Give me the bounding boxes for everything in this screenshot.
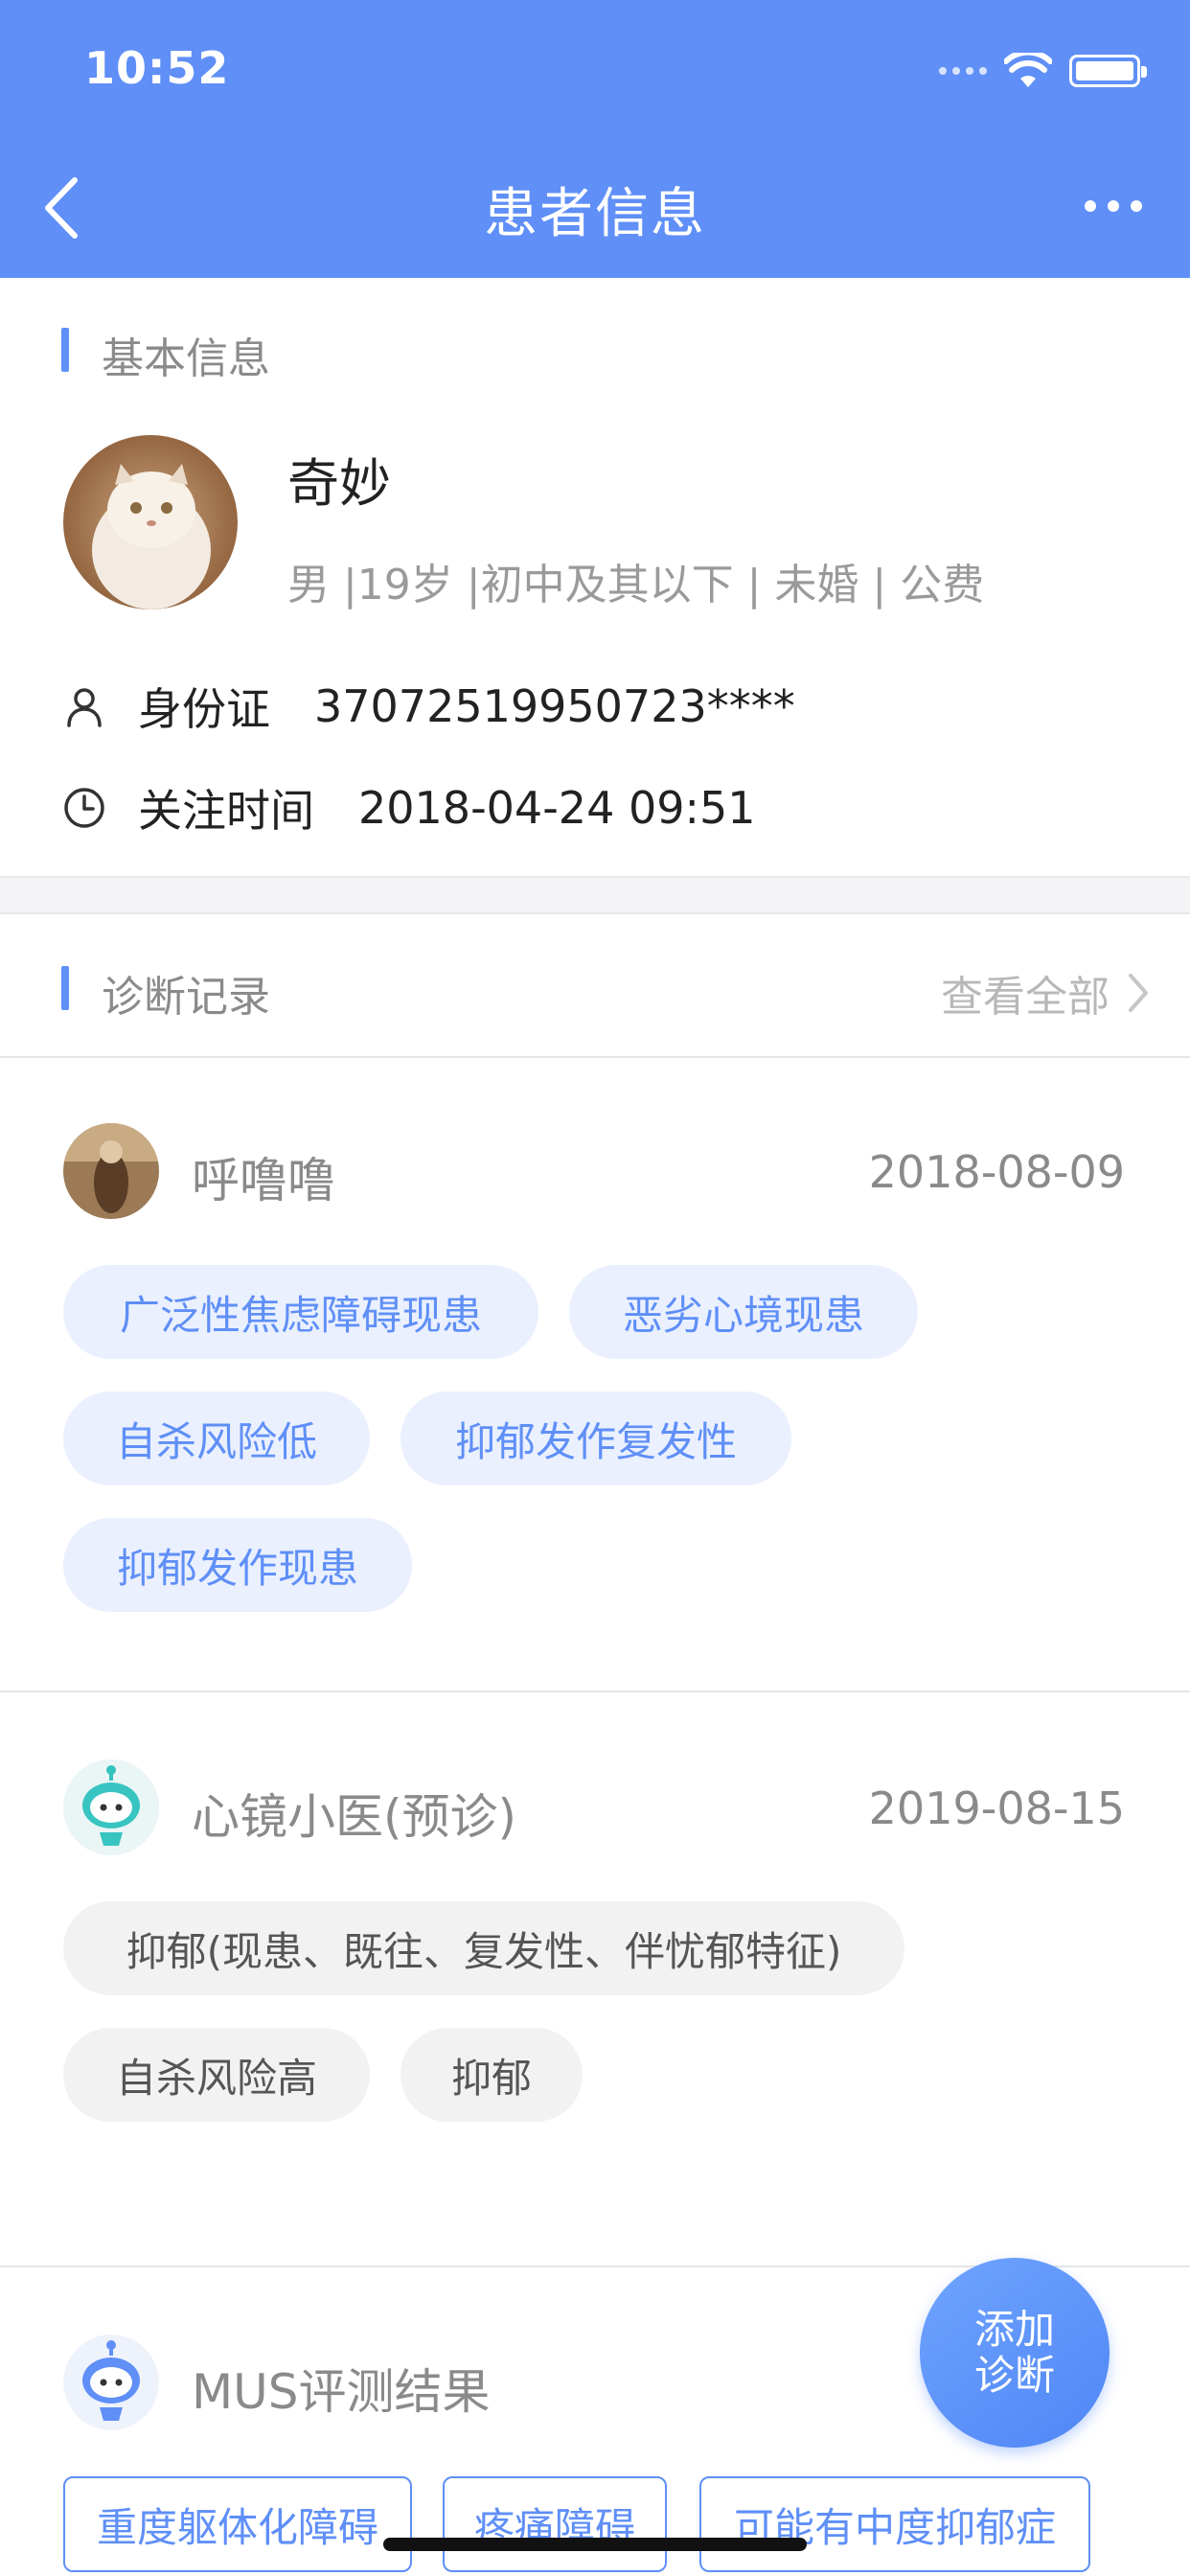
patient-meta: 男 |19岁 |初中及其以下 | 未婚 | 公费 [287, 561, 985, 610]
record-doctor-name: MUS评测结果 [192, 2364, 491, 2420]
diagnosis-tag[interactable]: 抑郁发作复发性 [400, 1392, 791, 1485]
diagnosis-tag[interactable]: 重度躯体化障碍 [63, 2476, 412, 2572]
follow-label: 关注时间 [138, 785, 314, 837]
view-all-link[interactable]: 查看全部 [941, 962, 1152, 1024]
basic-info-title: 基本信息 [61, 324, 270, 385]
app-header: 10:52 患者信息 [0, 0, 1190, 278]
diagnosis-tag[interactable]: 抑郁发作现患 [63, 1518, 412, 1612]
record-date: 2018-08-09 [868, 1146, 1125, 1198]
diagnosis-tag[interactable]: 抑郁(现患、既往、复发性、伴忧郁特征) [63, 1901, 904, 1995]
view-all-label: 查看全部 [941, 973, 1110, 1022]
diagnosis-tag[interactable]: 可能有中度抑郁症 [699, 2476, 1090, 2572]
record-date: 2019-08-15 [868, 1782, 1125, 1834]
diagnosis-tag[interactable]: 疼痛障碍 [443, 2476, 667, 2572]
home-indicator [383, 2538, 807, 2551]
battery-icon [1069, 55, 1147, 87]
id-value: 37072519950723**** [314, 680, 795, 732]
chevron-right-icon [1129, 974, 1148, 1012]
record-doctor-name: 呼噜噜 [192, 1153, 335, 1208]
patient-name: 奇妙 [287, 453, 391, 514]
divider [0, 1056, 1190, 1058]
status-time: 10:52 [84, 42, 230, 94]
robot-avatar [63, 1760, 159, 1855]
follow-value: 2018-04-24 09:51 [358, 782, 756, 834]
signal-icon [939, 67, 987, 75]
add-diagnosis-label-line1: 添加 [973, 2306, 1055, 2353]
diagnosis-tag[interactable]: 广泛性焦虑障碍现患 [63, 1265, 538, 1359]
divider [0, 1690, 1190, 1692]
clock-icon [64, 788, 104, 828]
diagnosis-title: 诊断记录 [61, 962, 270, 1024]
person-icon [67, 688, 102, 727]
more-button[interactable] [1085, 192, 1152, 220]
add-diagnosis-button[interactable]: 添加 诊断 [920, 2258, 1110, 2448]
diagnosis-tag[interactable]: 恶劣心境现患 [569, 1265, 918, 1359]
diagnosis-tag[interactable]: 抑郁 [400, 2028, 583, 2122]
id-label: 身份证 [138, 683, 270, 735]
doctor-avatar [63, 1123, 159, 1219]
more-dots-icon [1085, 200, 1096, 212]
robot-avatar [63, 2334, 159, 2430]
record-doctor-name: 心镜小医(预诊) [192, 1789, 517, 1845]
wifi-icon [1004, 53, 1052, 89]
id-row: 身份证 37072519950723**** [61, 675, 795, 738]
patient-avatar[interactable] [63, 435, 238, 610]
add-diagnosis-label-line2: 诊断 [973, 2352, 1055, 2399]
diagnosis-tag[interactable]: 自杀风险低 [63, 1392, 370, 1485]
page-title: 患者信息 [484, 183, 706, 245]
status-icons [939, 50, 1147, 92]
follow-time-row: 关注时间 2018-04-24 09:51 [61, 776, 756, 840]
diagnosis-tag[interactable]: 自杀风险高 [63, 2028, 370, 2122]
section-separator [0, 876, 1190, 914]
